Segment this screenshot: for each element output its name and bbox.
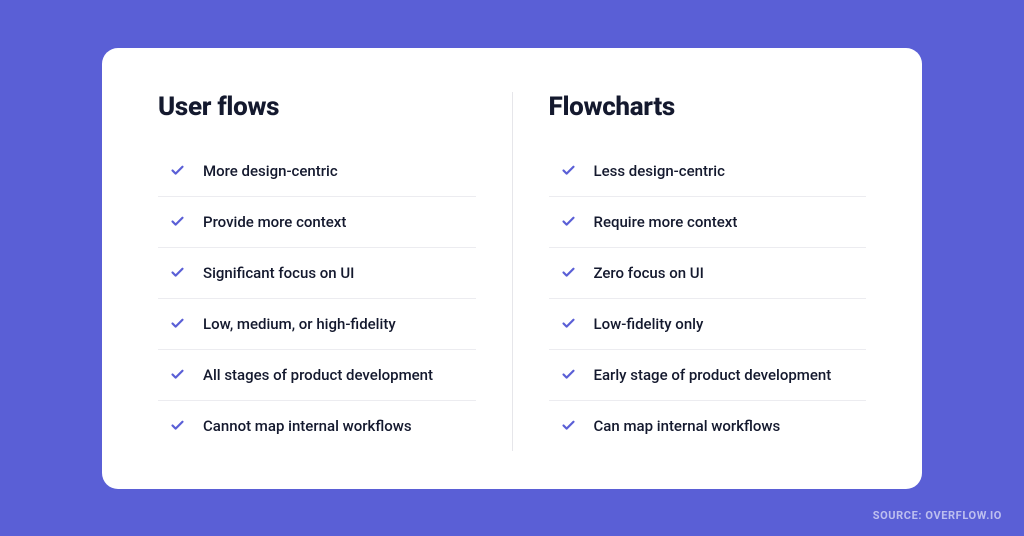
list-item: Cannot map internal workflows: [158, 401, 476, 451]
list-item: Can map internal workflows: [549, 401, 867, 451]
column-title: User flows: [158, 92, 476, 122]
column-title: Flowcharts: [549, 92, 867, 122]
check-icon: [561, 316, 576, 331]
list-item: Significant focus on UI: [158, 248, 476, 299]
flowcharts-column: Flowcharts Less design-centric Require m…: [513, 92, 867, 451]
list-item: Low-fidelity only: [549, 299, 867, 350]
list-item: Less design-centric: [549, 146, 867, 197]
list-item: Require more context: [549, 197, 867, 248]
item-text: Zero focus on UI: [594, 264, 704, 282]
check-icon: [170, 367, 185, 382]
item-text: Significant focus on UI: [203, 264, 354, 282]
list-item: All stages of product development: [158, 350, 476, 401]
list-item: More design-centric: [158, 146, 476, 197]
check-icon: [170, 163, 185, 178]
list-item: Provide more context: [158, 197, 476, 248]
item-text: All stages of product development: [203, 366, 433, 384]
check-icon: [561, 265, 576, 280]
item-text: Less design-centric: [594, 162, 725, 180]
item-text: Early stage of product development: [594, 366, 832, 384]
item-text: More design-centric: [203, 162, 338, 180]
check-icon: [561, 367, 576, 382]
check-icon: [170, 418, 185, 433]
check-icon: [561, 418, 576, 433]
source-attribution: SOURCE: OVERFLOW.IO: [873, 509, 1002, 522]
item-text: Provide more context: [203, 213, 346, 231]
check-icon: [561, 214, 576, 229]
item-text: Low, medium, or high-fidelity: [203, 315, 396, 333]
comparison-card: User flows More design-centric Provide m…: [102, 48, 922, 489]
item-text: Low-fidelity only: [594, 315, 704, 333]
check-icon: [561, 163, 576, 178]
check-icon: [170, 265, 185, 280]
item-text: Can map internal workflows: [594, 417, 781, 435]
user-flows-column: User flows More design-centric Provide m…: [158, 92, 513, 451]
item-text: Require more context: [594, 213, 738, 231]
list-item: Low, medium, or high-fidelity: [158, 299, 476, 350]
check-icon: [170, 316, 185, 331]
list-item: Early stage of product development: [549, 350, 867, 401]
list-item: Zero focus on UI: [549, 248, 867, 299]
item-text: Cannot map internal workflows: [203, 417, 412, 435]
check-icon: [170, 214, 185, 229]
